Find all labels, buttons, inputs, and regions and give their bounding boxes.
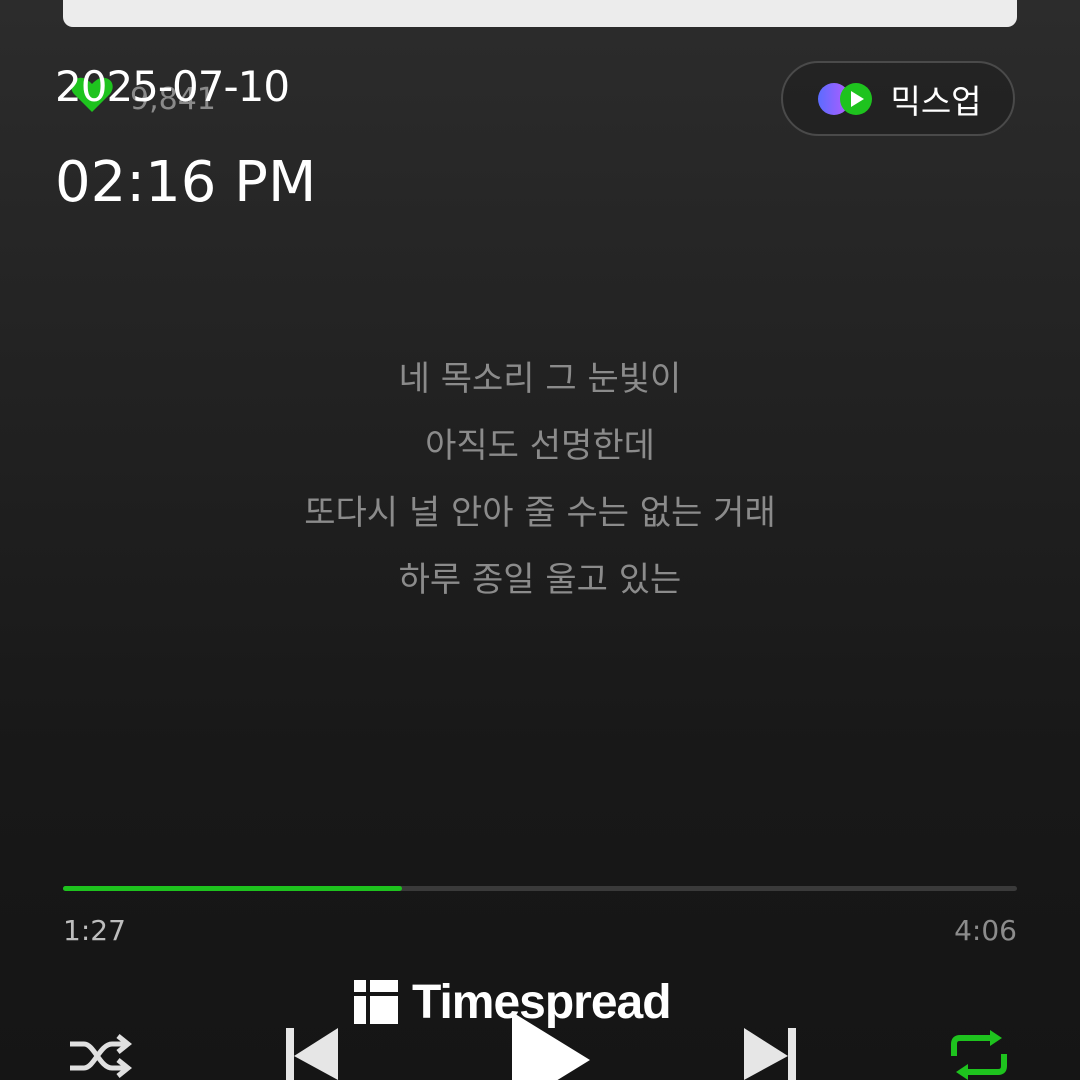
play-button[interactable] bbox=[508, 1012, 592, 1080]
elapsed-time: 1:27 bbox=[63, 914, 126, 947]
previous-button[interactable] bbox=[284, 1028, 340, 1080]
mixup-button[interactable]: 믹스업 bbox=[781, 61, 1015, 136]
next-track-icon bbox=[744, 1028, 796, 1080]
repeat-icon bbox=[951, 1030, 1007, 1080]
shuffle-icon bbox=[70, 1034, 132, 1078]
progress-bar[interactable] bbox=[63, 886, 1017, 891]
next-button[interactable] bbox=[742, 1028, 798, 1080]
timestamp-date: 2025-07-10 bbox=[55, 62, 290, 111]
timespread-logo-icon bbox=[354, 980, 398, 1024]
progress-fill bbox=[63, 886, 402, 891]
play-icon bbox=[512, 1012, 590, 1080]
lyric-line: 네 목소리 그 눈빛이 bbox=[398, 359, 682, 399]
shuffle-button[interactable] bbox=[66, 1032, 132, 1080]
lyric-line: 아직도 선명한데 bbox=[425, 426, 655, 466]
repeat-button[interactable] bbox=[948, 1030, 1010, 1080]
timestamp-time: 02:16 PM bbox=[55, 150, 317, 215]
previous-track-icon bbox=[286, 1028, 338, 1080]
album-art-card[interactable] bbox=[63, 0, 1017, 27]
mixup-logo-icon bbox=[818, 82, 873, 115]
lyrics-panel[interactable]: 네 목소리 그 눈빛이 아직도 선명한데 또다시 널 안아 줄 수는 없는 거래… bbox=[0, 350, 1080, 618]
lyric-line: 하루 종일 울고 있는 bbox=[398, 560, 682, 600]
lyric-line: 또다시 널 안아 줄 수는 없는 거래 bbox=[304, 493, 776, 533]
total-time: 4:06 bbox=[954, 914, 1017, 947]
mixup-label: 믹스업 bbox=[890, 81, 982, 121]
